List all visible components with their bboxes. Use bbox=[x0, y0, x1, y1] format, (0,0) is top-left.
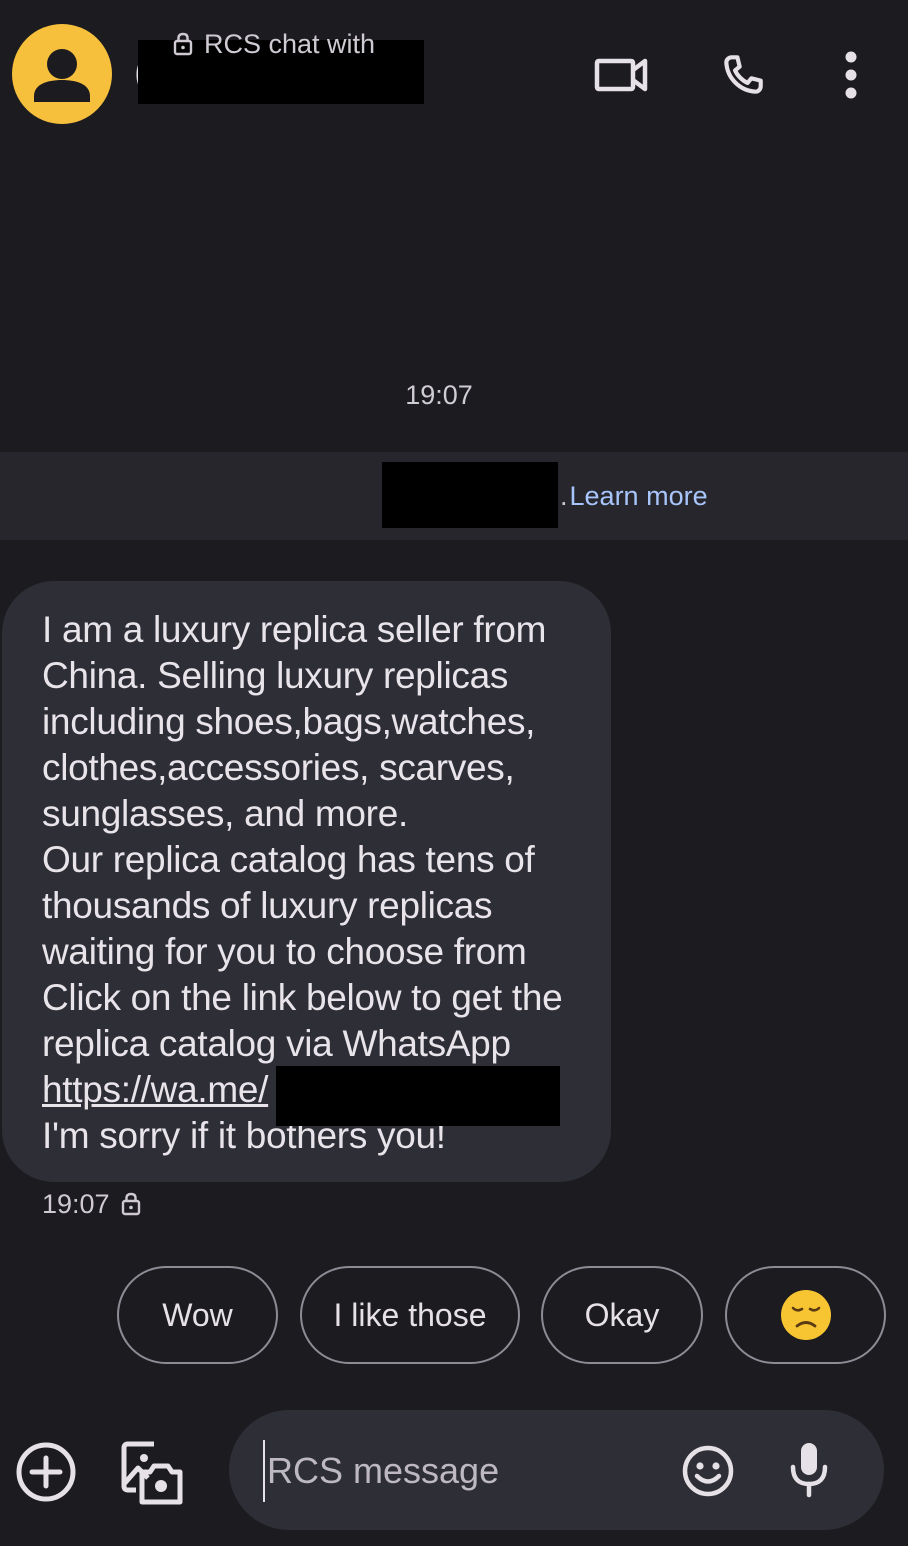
messages-screen: ( 19:07 bbox=[0, 0, 908, 1546]
video-call-button[interactable] bbox=[586, 40, 656, 110]
redacted-link-part bbox=[276, 1066, 560, 1126]
emoji-picker-button[interactable] bbox=[681, 1444, 735, 1498]
more-vert-icon bbox=[845, 51, 857, 99]
disappointed-face-icon bbox=[780, 1289, 832, 1341]
smart-reply-okay[interactable]: Okay bbox=[541, 1266, 703, 1364]
more-options-button[interactable] bbox=[816, 40, 886, 110]
smart-reply-wow[interactable]: Wow bbox=[117, 1266, 278, 1364]
message-input[interactable] bbox=[263, 1440, 649, 1502]
emoji-smile-icon bbox=[682, 1445, 734, 1497]
contact-avatar[interactable] bbox=[12, 24, 112, 124]
whatsapp-link[interactable]: https://wa.me/ bbox=[42, 1069, 268, 1110]
phone-icon bbox=[724, 55, 763, 94]
message-body: I am a luxury replica seller from China.… bbox=[42, 609, 563, 1064]
rcs-banner-text: RCS chat with bbox=[172, 0, 375, 88]
incoming-message-bubble[interactable]: I am a luxury replica seller from China.… bbox=[2, 581, 611, 1182]
smart-reply-i-like-those[interactable]: I like those bbox=[300, 1266, 520, 1364]
video-call-icon bbox=[594, 58, 648, 92]
add-circle-icon bbox=[16, 1442, 76, 1502]
redacted-phone-number bbox=[382, 462, 558, 528]
avatar-person-icon bbox=[34, 49, 90, 102]
smart-reply-emoji[interactable] bbox=[725, 1266, 886, 1364]
message-meta: 19:07 bbox=[42, 1186, 142, 1222]
conversation-timestamp: 19:07 bbox=[405, 380, 473, 410]
mic-icon bbox=[790, 1443, 828, 1498]
lock-icon bbox=[172, 31, 194, 57]
photo-camera-icon bbox=[121, 1441, 183, 1505]
voice-input-button[interactable] bbox=[785, 1440, 833, 1500]
gallery-camera-button[interactable] bbox=[118, 1438, 186, 1506]
conversation-header: ( bbox=[0, 0, 908, 150]
add-attachment-button[interactable] bbox=[14, 1440, 78, 1504]
message-time: 19:07 bbox=[42, 1188, 110, 1219]
lock-icon bbox=[120, 1191, 142, 1217]
phone-call-button[interactable] bbox=[708, 40, 778, 110]
rcs-banner-prefix: RCS chat with bbox=[204, 28, 376, 59]
rcs-learn-more: . Learn more bbox=[560, 452, 708, 540]
rcs-banner-suffix: . bbox=[560, 480, 568, 511]
compose-field bbox=[229, 1410, 884, 1530]
learn-more-link[interactable]: Learn more bbox=[570, 481, 708, 512]
